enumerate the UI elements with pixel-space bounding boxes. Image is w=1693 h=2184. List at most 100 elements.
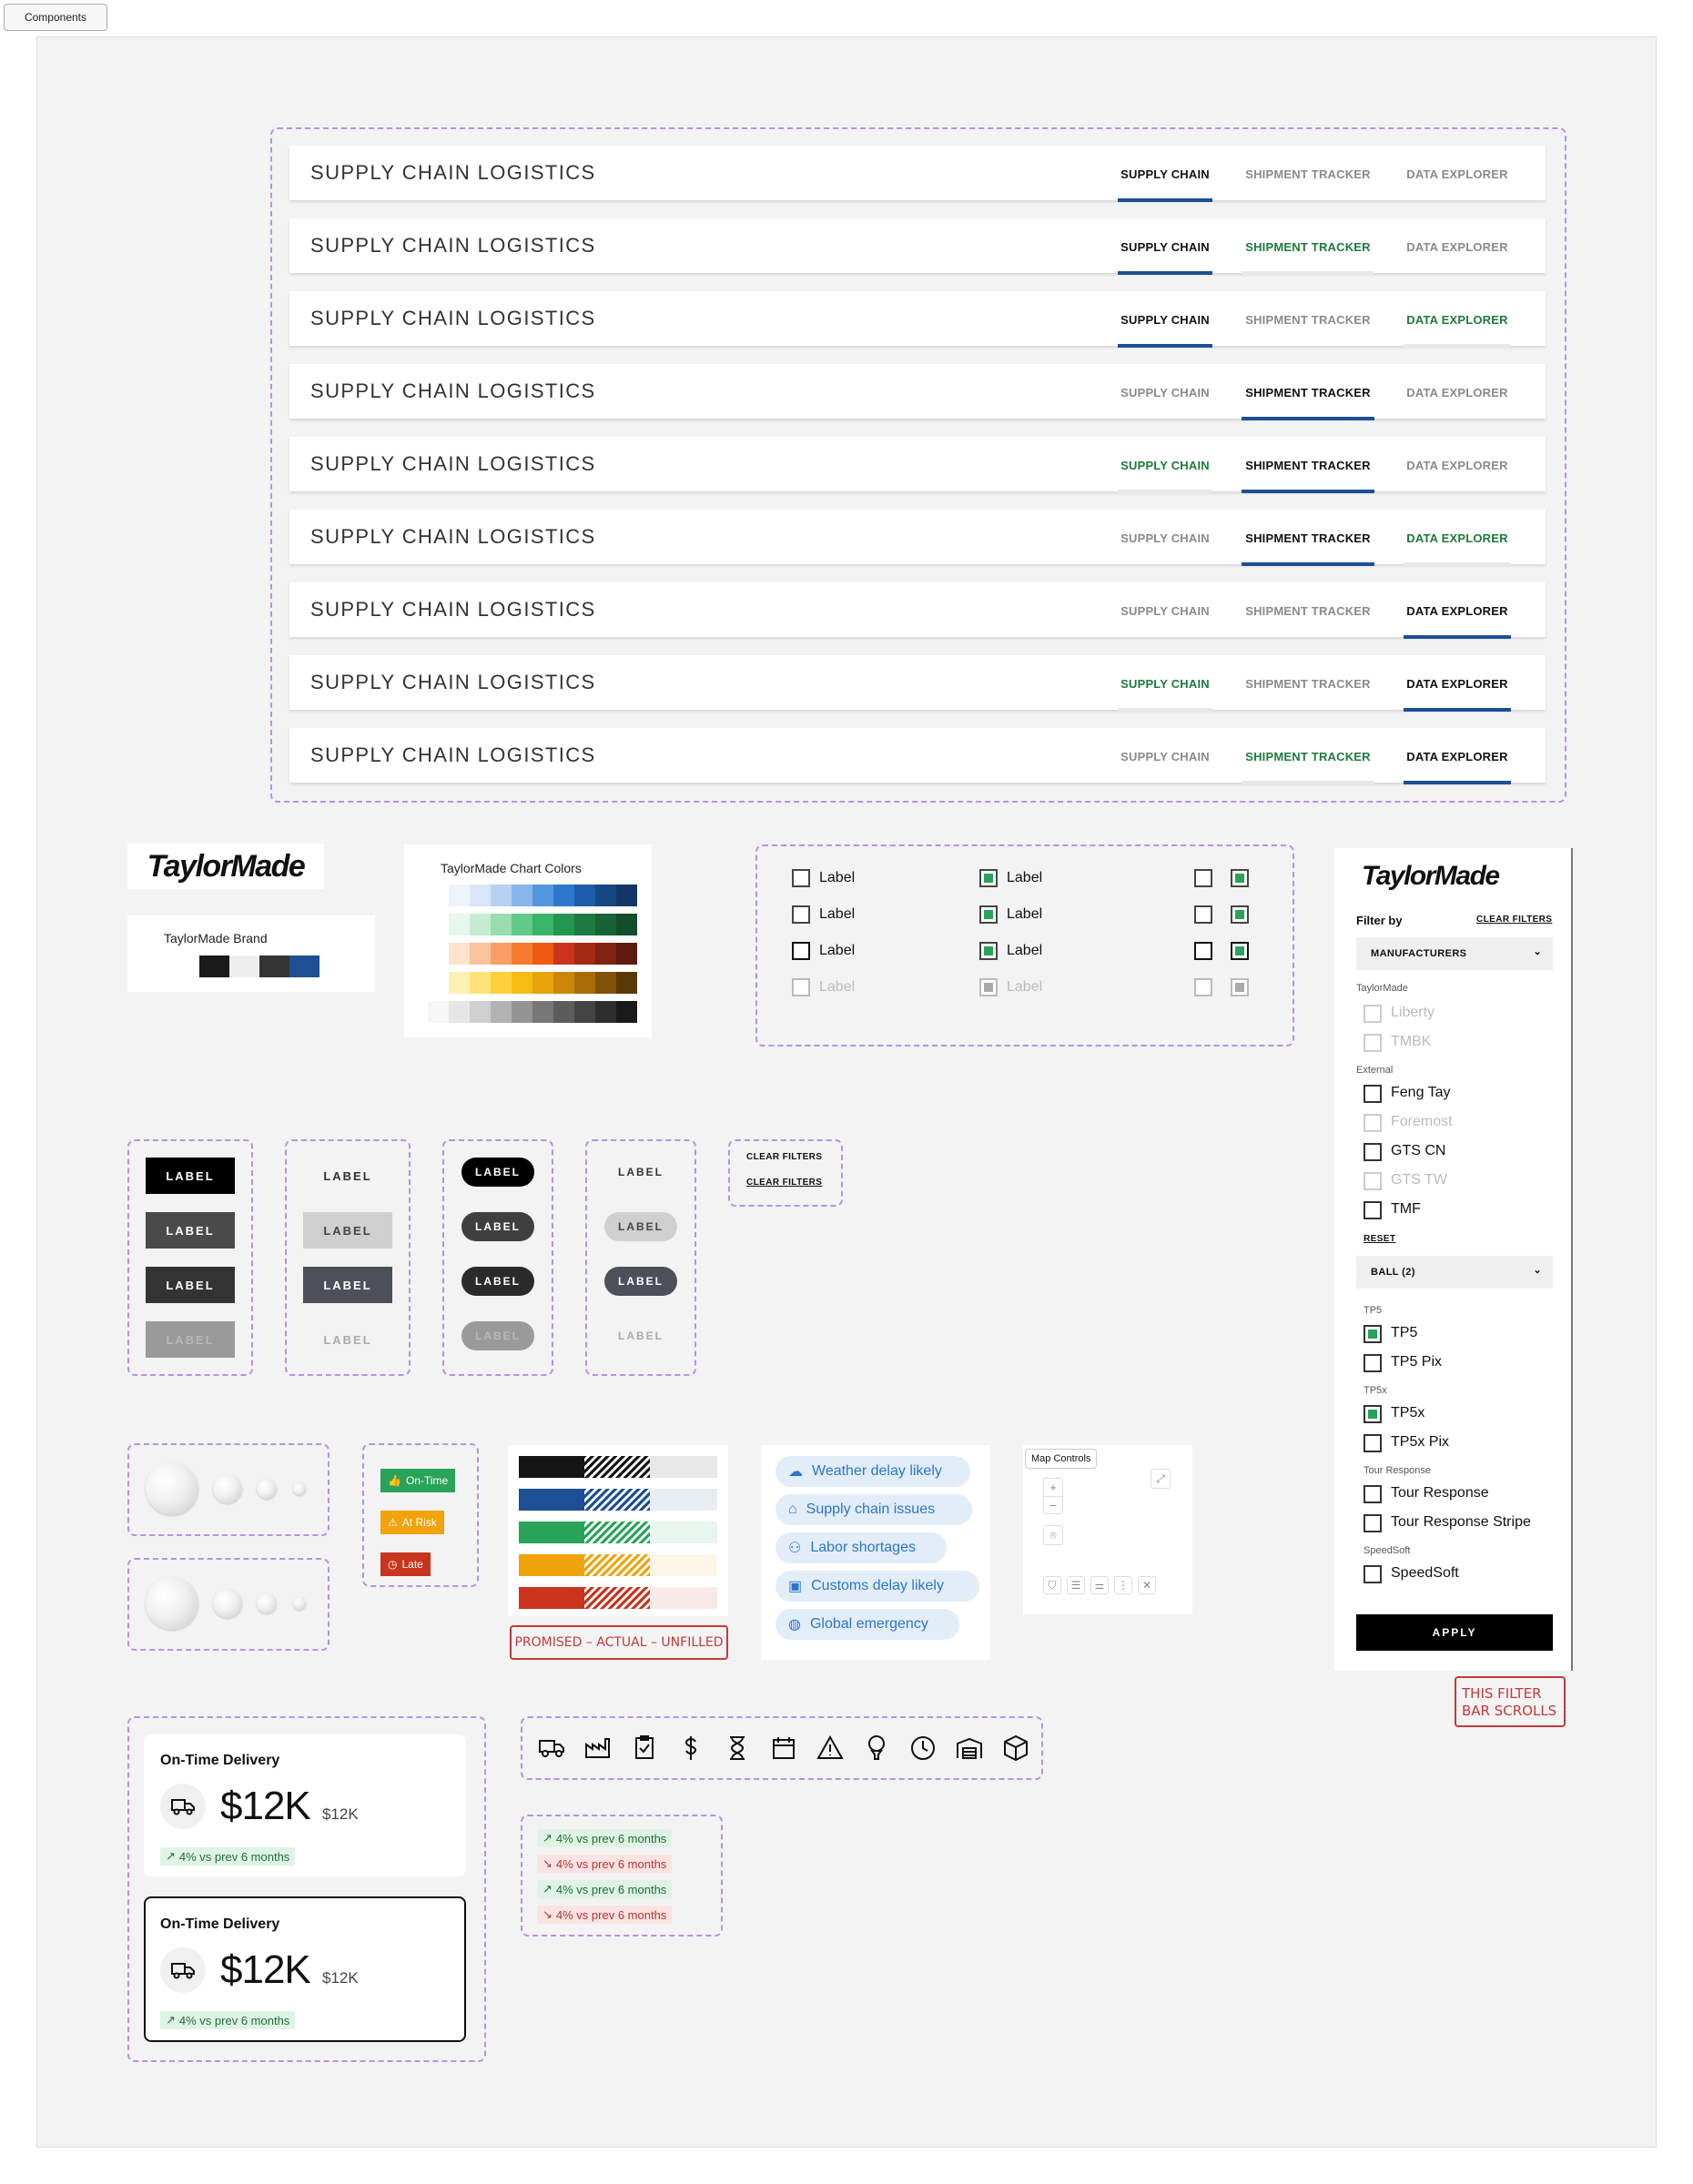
label-pill-primary-hover[interactable]: LABEL xyxy=(461,1212,534,1241)
clear-filters-link[interactable]: CLEAR FILTERS xyxy=(1476,915,1552,925)
nav-tab-data-explorer[interactable]: DATA EXPLORER xyxy=(1404,655,1511,712)
tmbk-checkbox[interactable] xyxy=(1364,1034,1382,1052)
feng-tay-checkbox[interactable] xyxy=(1364,1085,1382,1103)
nav-tab-supply-chain[interactable]: SUPPLY CHAIN xyxy=(1118,655,1212,712)
status-at-risk-label: At Risk xyxy=(401,1516,437,1529)
nav-tab-shipment-tracker[interactable]: SHIPMENT TRACKER xyxy=(1242,146,1374,200)
label-button-secondary-disabled[interactable]: LABEL xyxy=(303,1321,392,1358)
nav-tab-supply-chain[interactable]: SUPPLY CHAIN xyxy=(1118,146,1212,202)
filter-icon[interactable]: ⛉ xyxy=(1043,1576,1061,1594)
manufacturers-select[interactable]: MANUFACTURERS ⌄ xyxy=(1356,937,1553,970)
nav-tab-data-explorer[interactable]: DATA EXPLORER xyxy=(1404,364,1511,419)
nav-tab-shipment-tracker[interactable]: SHIPMENT TRACKER xyxy=(1242,364,1374,420)
components-frame-tag[interactable]: Components xyxy=(4,4,107,31)
checkbox-checked-compact[interactable] xyxy=(1231,905,1249,924)
label-pill-secondary-disabled[interactable]: LABEL xyxy=(604,1321,677,1350)
nav-tab-shipment-tracker[interactable]: SHIPMENT TRACKER xyxy=(1242,510,1374,566)
label-pill-secondary[interactable]: LABEL xyxy=(604,1158,677,1187)
checkbox-checked-compact[interactable] xyxy=(1231,869,1249,887)
checkbox-checked-compact[interactable] xyxy=(1231,942,1249,960)
nav-tab-supply-chain[interactable]: SUPPLY CHAIN xyxy=(1118,218,1212,275)
tour-response-stripe-checkbox[interactable] xyxy=(1364,1514,1382,1532)
nav-tab-data-explorer[interactable]: DATA EXPLORER xyxy=(1404,437,1511,491)
expand-button[interactable]: ⤢ xyxy=(1151,1469,1171,1489)
nav-tab-shipment-tracker[interactable]: SHIPMENT TRACKER xyxy=(1242,728,1374,784)
nav-tab-supply-chain[interactable]: SUPPLY CHAIN xyxy=(1118,582,1212,637)
nav-tab-shipment-tracker[interactable]: SHIPMENT TRACKER xyxy=(1242,291,1374,346)
checkbox-unchecked[interactable] xyxy=(792,905,810,924)
label-button-secondary[interactable]: LABEL xyxy=(303,1158,392,1194)
zoom-in-button[interactable]: + xyxy=(1044,1479,1062,1496)
tp5x-checkbox[interactable] xyxy=(1364,1405,1382,1423)
gts-cn-checkbox[interactable] xyxy=(1364,1143,1382,1161)
checkbox-unchecked[interactable] xyxy=(792,978,810,996)
checkbox-checked-compact[interactable] xyxy=(1231,978,1249,996)
actual-bar xyxy=(584,1456,650,1478)
nav-tab-supply-chain[interactable]: SUPPLY CHAIN xyxy=(1118,728,1212,783)
nav-tab-supply-chain[interactable]: SUPPLY CHAIN xyxy=(1118,364,1212,419)
checkbox-unchecked-compact[interactable] xyxy=(1194,869,1212,887)
tp5-pix-checkbox[interactable] xyxy=(1364,1354,1382,1372)
checkbox-unchecked-compact[interactable] xyxy=(1194,905,1212,924)
label-pill-secondary-pressed[interactable]: LABEL xyxy=(604,1267,677,1296)
speedsoft-checkbox[interactable] xyxy=(1364,1565,1382,1583)
tour-response-checkbox[interactable] xyxy=(1364,1485,1382,1503)
clear-filters-link-b[interactable]: CLEAR FILTERS xyxy=(746,1178,822,1188)
risk-chip[interactable]: ⌂ Supply chain issues xyxy=(776,1494,972,1525)
risk-chip[interactable]: ⚇ Labor shortages xyxy=(776,1532,947,1563)
nav-tab-data-explorer[interactable]: DATA EXPLORER xyxy=(1404,582,1511,639)
nav-tab-data-explorer[interactable]: DATA EXPLORER xyxy=(1404,728,1511,784)
list-icon[interactable]: ☰ xyxy=(1067,1576,1085,1594)
label-pill-secondary-hover[interactable]: LABEL xyxy=(604,1212,677,1241)
nav-tab-data-explorer[interactable]: DATA EXPLORER xyxy=(1404,510,1511,566)
nav-tab-supply-chain[interactable]: SUPPLY CHAIN xyxy=(1118,510,1212,564)
nav-tab-shipment-tracker[interactable]: SHIPMENT TRACKER xyxy=(1242,582,1374,637)
label-pill-primary[interactable]: LABEL xyxy=(461,1158,534,1187)
apply-button[interactable]: APPLY xyxy=(1356,1614,1553,1651)
label-button-primary-disabled[interactable]: LABEL xyxy=(146,1321,235,1358)
label-pill-primary-pressed[interactable]: LABEL xyxy=(461,1267,534,1296)
checkbox-unchecked[interactable] xyxy=(792,869,810,887)
label-button-primary-hover[interactable]: LABEL xyxy=(146,1212,235,1249)
risk-chip[interactable]: ☁ Weather delay likely xyxy=(776,1456,970,1487)
checkbox-unchecked-compact[interactable] xyxy=(1194,978,1212,996)
reset-link[interactable]: RESET xyxy=(1364,1234,1395,1244)
kpi-card-selected[interactable]: On-Time Delivery $12K $12K ↗ 4% vs prev 6… xyxy=(144,1896,466,2042)
risk-chip[interactable]: ◍ Global emergency xyxy=(776,1609,959,1640)
checkbox-unchecked[interactable] xyxy=(792,942,810,960)
tmf-checkbox[interactable] xyxy=(1364,1201,1382,1219)
label-button-secondary-hover[interactable]: LABEL xyxy=(303,1212,392,1249)
label-button-secondary-pressed[interactable]: LABEL xyxy=(303,1267,392,1303)
tp5x-pix-checkbox[interactable] xyxy=(1364,1434,1382,1452)
label-pill-primary-disabled[interactable]: LABEL xyxy=(461,1321,534,1350)
foremost-checkbox[interactable] xyxy=(1364,1114,1382,1132)
palette-swatch xyxy=(553,972,574,994)
label-button-primary[interactable]: LABEL xyxy=(146,1158,235,1194)
nav-tab-shipment-tracker[interactable]: SHIPMENT TRACKER xyxy=(1242,218,1374,275)
checkbox-unchecked-compact[interactable] xyxy=(1194,942,1212,960)
kpi-card-default[interactable]: On-Time Delivery $12K $12K ↗ 4% vs prev 6… xyxy=(144,1734,466,1876)
nav-tab-data-explorer[interactable]: DATA EXPLORER xyxy=(1404,218,1511,273)
nav-tab-shipment-tracker[interactable]: SHIPMENT TRACKER xyxy=(1242,437,1374,493)
risk-chip[interactable]: ▣ Customs delay likely xyxy=(776,1571,979,1602)
nav-tab-data-explorer[interactable]: DATA EXPLORER xyxy=(1404,146,1511,200)
locate-button[interactable]: ⌾ xyxy=(1043,1525,1063,1545)
liberty-checkbox[interactable] xyxy=(1364,1005,1382,1023)
nav-tab-shipment-tracker[interactable]: SHIPMENT TRACKER xyxy=(1242,655,1374,710)
checkbox-checked[interactable] xyxy=(979,978,998,996)
nav-tab-supply-chain[interactable]: SUPPLY CHAIN xyxy=(1118,437,1212,493)
nav-tab-data-explorer[interactable]: DATA EXPLORER xyxy=(1404,291,1511,348)
close-icon[interactable]: ✕ xyxy=(1138,1576,1156,1594)
ball-select[interactable]: BALL (2) ⌄ xyxy=(1356,1256,1553,1289)
tp5-checkbox[interactable] xyxy=(1364,1325,1382,1343)
more-icon[interactable]: ⋮ xyxy=(1114,1576,1132,1594)
gts-tw-checkbox[interactable] xyxy=(1364,1172,1382,1190)
checkbox-checked[interactable] xyxy=(979,942,998,960)
clear-filters-link-a[interactable]: CLEAR FILTERS xyxy=(746,1152,822,1162)
checkbox-checked[interactable] xyxy=(979,869,998,887)
zoom-out-button[interactable]: – xyxy=(1044,1496,1062,1513)
checkbox-checked[interactable] xyxy=(979,905,998,924)
sliders-icon[interactable]: ⚌ xyxy=(1090,1576,1109,1594)
nav-tab-supply-chain[interactable]: SUPPLY CHAIN xyxy=(1118,291,1212,348)
label-button-primary-pressed[interactable]: LABEL xyxy=(146,1267,235,1303)
